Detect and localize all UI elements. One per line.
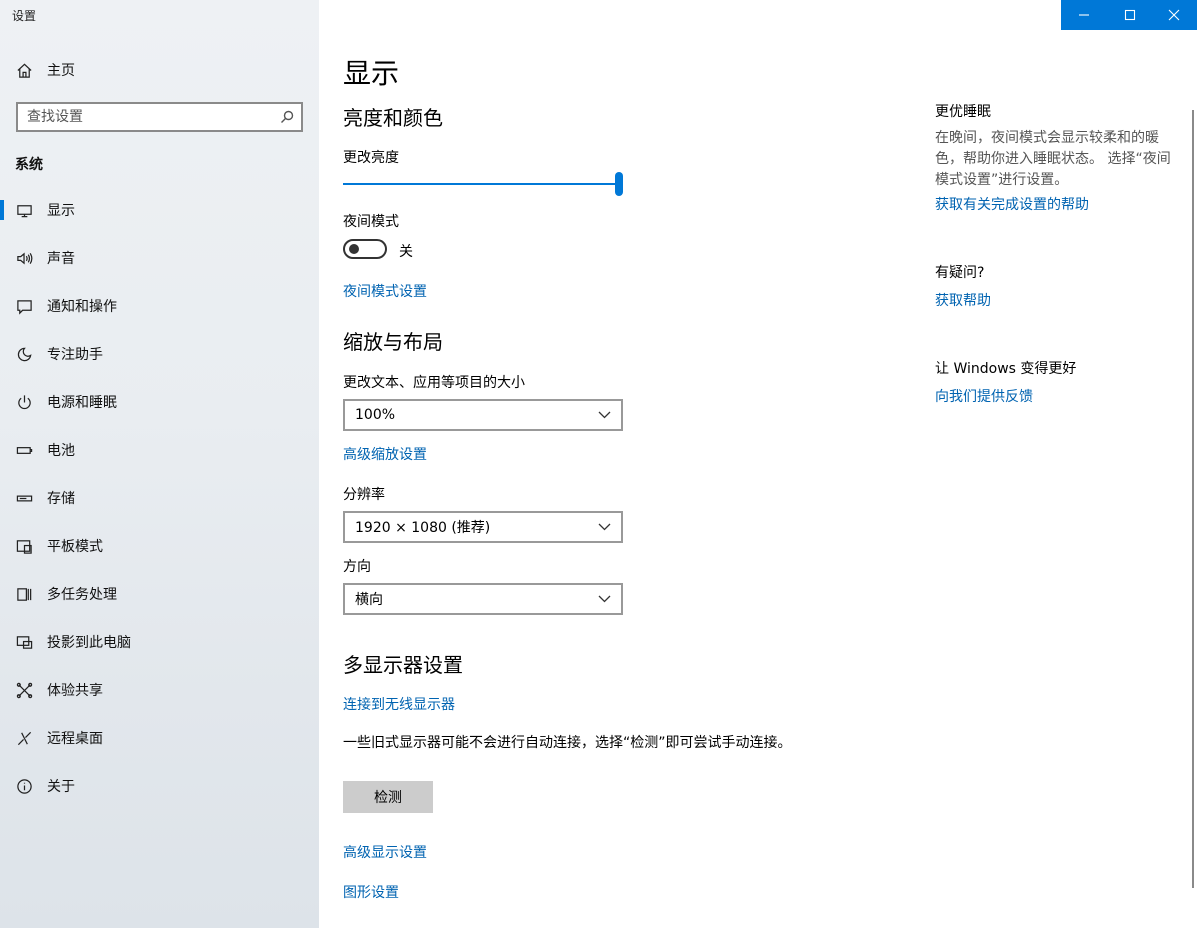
sidebar-item-display[interactable]: 显示 — [0, 186, 319, 234]
night-mode-state: 关 — [399, 244, 413, 260]
detect-description: 一些旧式显示器可能不会进行自动连接，选择“检测”即可尝试手动连接。 — [343, 735, 792, 751]
storage-icon — [15, 489, 33, 507]
sidebar-item-storage[interactable]: 存储 — [0, 474, 319, 522]
brightness-slider-track[interactable] — [343, 183, 619, 185]
sidebar-item-label: 显示 — [47, 203, 75, 219]
home-button[interactable]: 主页 — [0, 52, 319, 88]
sidebar-item-label: 远程桌面 — [47, 731, 103, 747]
home-icon — [15, 61, 33, 79]
search-box[interactable] — [16, 102, 303, 132]
sidebar-item-power-sleep[interactable]: 电源和睡眠 — [0, 378, 319, 426]
detect-button[interactable]: 检测 — [343, 781, 433, 813]
close-button[interactable] — [1151, 0, 1197, 30]
toggle-knob — [349, 244, 359, 254]
sidebar-item-label: 存储 — [47, 491, 75, 507]
sidebar-item-label: 多任务处理 — [47, 587, 117, 603]
sidebar-item-label: 声音 — [47, 251, 75, 267]
section-multiple-displays: 多显示器设置 — [343, 653, 463, 677]
orientation-label: 方向 — [343, 559, 371, 575]
share-icon — [15, 681, 33, 699]
resolution-value: 1920 × 1080 (推荐) — [355, 520, 491, 536]
question-heading: 有疑问? — [935, 265, 985, 281]
sidebar-item-multitasking[interactable]: 多任务处理 — [0, 570, 319, 618]
night-mode-settings-link[interactable]: 夜间模式设置 — [343, 281, 427, 301]
close-icon — [1168, 9, 1180, 21]
home-label: 主页 — [47, 63, 75, 79]
sidebar-item-battery[interactable]: 电池 — [0, 426, 319, 474]
project-icon — [15, 633, 33, 651]
notification-icon — [15, 297, 33, 315]
monitor-icon — [15, 201, 33, 219]
sidebar-item-label: 专注助手 — [47, 347, 103, 363]
scale-label: 更改文本、应用等项目的大小 — [343, 375, 525, 391]
improve-windows-heading: 让 Windows 变得更好 — [935, 361, 1077, 377]
section-label-system: 系统 — [15, 157, 43, 173]
night-mode-label: 夜间模式 — [343, 214, 399, 230]
advanced-display-settings-link[interactable]: 高级显示设置 — [343, 842, 427, 862]
orientation-dropdown[interactable]: 横向 — [343, 583, 623, 615]
setup-help-link[interactable]: 获取有关完成设置的帮助 — [935, 194, 1089, 214]
sidebar-item-notifications[interactable]: 通知和操作 — [0, 282, 319, 330]
chevron-down-icon — [598, 411, 611, 419]
remote-icon — [15, 729, 33, 747]
graphics-settings-link[interactable]: 图形设置 — [343, 882, 399, 902]
search-icon[interactable] — [273, 110, 301, 124]
brightness-slider-thumb[interactable] — [615, 172, 623, 196]
sidebar-item-label: 投影到此电脑 — [47, 635, 131, 651]
sidebar-item-shared-experiences[interactable]: 体验共享 — [0, 666, 319, 714]
connect-wireless-display-link[interactable]: 连接到无线显示器 — [343, 694, 455, 714]
chevron-down-icon — [598, 523, 611, 531]
sidebar: 设置 主页 系统 显示 声音 通知和操作 — [0, 0, 319, 928]
sidebar-item-sound[interactable]: 声音 — [0, 234, 319, 282]
battery-icon — [15, 441, 33, 459]
section-scale-layout: 缩放与布局 — [343, 330, 443, 354]
sleep-heading: 更优睡眠 — [935, 104, 991, 120]
page-title: 显示 — [343, 57, 400, 90]
sidebar-item-label: 电源和睡眠 — [47, 395, 117, 411]
sidebar-item-about[interactable]: 关于 — [0, 762, 319, 810]
sidebar-item-label: 体验共享 — [47, 683, 103, 699]
moon-icon — [15, 345, 33, 363]
sidebar-item-remote-desktop[interactable]: 远程桌面 — [0, 714, 319, 762]
info-icon — [15, 777, 33, 795]
search-input[interactable] — [18, 104, 273, 130]
orientation-value: 横向 — [355, 592, 383, 608]
sidebar-item-label: 关于 — [47, 779, 75, 795]
maximize-button[interactable] — [1107, 0, 1153, 30]
sidebar-item-label: 电池 — [47, 443, 75, 459]
sidebar-item-project[interactable]: 投影到此电脑 — [0, 618, 319, 666]
scale-value: 100% — [355, 407, 396, 423]
speaker-icon — [15, 249, 33, 267]
minimize-button[interactable] — [1061, 0, 1107, 30]
feedback-link[interactable]: 向我们提供反馈 — [935, 386, 1033, 406]
resolution-dropdown[interactable]: 1920 × 1080 (推荐) — [343, 511, 623, 543]
get-help-link[interactable]: 获取帮助 — [935, 290, 991, 310]
tablet-icon — [15, 537, 33, 555]
resolution-label: 分辨率 — [343, 487, 385, 503]
scrollbar[interactable] — [1192, 110, 1194, 888]
multitask-icon — [15, 585, 33, 603]
power-icon — [15, 393, 33, 411]
sidebar-item-label: 平板模式 — [47, 539, 103, 555]
maximize-icon — [1124, 9, 1136, 21]
night-mode-toggle[interactable] — [343, 239, 387, 259]
sidebar-nav: 显示 声音 通知和操作 专注助手 电源和睡眠 电池 存储 平板模式 多任务处理 … — [0, 186, 319, 810]
sidebar-item-focus-assist[interactable]: 专注助手 — [0, 330, 319, 378]
sidebar-item-label: 通知和操作 — [47, 299, 117, 315]
advanced-scaling-link[interactable]: 高级缩放设置 — [343, 444, 427, 464]
window-title: 设置 — [12, 9, 37, 23]
chevron-down-icon — [598, 595, 611, 603]
scale-dropdown[interactable]: 100% — [343, 399, 623, 431]
brightness-slider[interactable] — [343, 172, 625, 196]
sidebar-item-tablet-mode[interactable]: 平板模式 — [0, 522, 319, 570]
brightness-label: 更改亮度 — [343, 150, 399, 166]
sleep-description: 在晚间，夜间模式会显示较柔和的暖色，帮助你进入睡眠状态。 选择“夜间模式设置”进… — [935, 130, 1171, 188]
minimize-icon — [1079, 14, 1089, 16]
section-brightness-color: 亮度和颜色 — [343, 106, 443, 130]
